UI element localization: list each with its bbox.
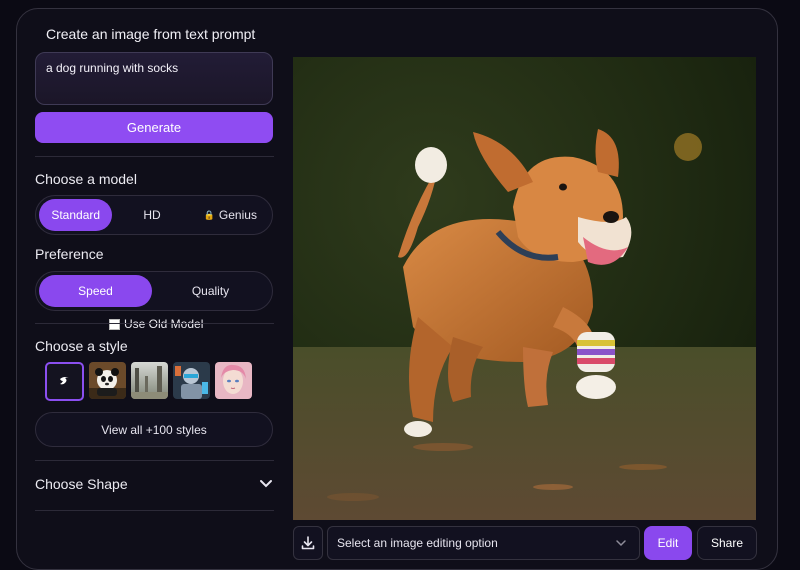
- editing-option-placeholder: Select an image editing option: [337, 536, 498, 550]
- model-option-hd[interactable]: HD: [112, 199, 191, 231]
- model-option-standard[interactable]: Standard: [39, 199, 113, 231]
- model-option-genius-label: Genius: [218, 208, 257, 222]
- use-old-model-checkbox[interactable]: [109, 318, 120, 330]
- style-thumbnails: [45, 362, 252, 401]
- preference-selector: Speed Quality: [35, 271, 273, 311]
- download-icon: [301, 536, 315, 550]
- style-thumb-landscape[interactable]: [131, 362, 168, 399]
- robot-style-image: [173, 362, 210, 399]
- style-section-label: Choose a style: [35, 338, 128, 354]
- preference-option-quality[interactable]: Quality: [152, 275, 269, 307]
- preference-section-label: Preference: [35, 246, 104, 262]
- divider: [35, 323, 274, 324]
- model-selector: Standard HD 🔒 Genius: [35, 195, 273, 235]
- landscape-style-image: [131, 362, 168, 399]
- portrait-style-image: [215, 362, 252, 399]
- prompt-input[interactable]: a dog running with socks: [35, 52, 273, 105]
- style-thumb-none[interactable]: [45, 362, 84, 401]
- choose-shape-toggle[interactable]: Choose Shape: [35, 476, 273, 492]
- divider: [35, 460, 274, 461]
- model-section-label: Choose a model: [35, 171, 137, 187]
- divider: [35, 156, 274, 157]
- share-button[interactable]: Share: [697, 526, 757, 560]
- chevron-down-icon: [260, 480, 272, 488]
- page-title: Create an image from text prompt: [46, 26, 256, 42]
- chevron-down-icon: [616, 540, 626, 547]
- editing-option-select[interactable]: Select an image editing option: [327, 526, 640, 560]
- divider: [35, 510, 274, 511]
- download-button[interactable]: [293, 526, 323, 560]
- no-style-icon: [59, 376, 70, 384]
- style-thumb-portrait[interactable]: [215, 362, 252, 399]
- generated-image: [293, 57, 756, 520]
- preference-option-speed[interactable]: Speed: [39, 275, 153, 307]
- style-thumb-panda[interactable]: [89, 362, 126, 399]
- generate-button[interactable]: Generate: [35, 112, 273, 143]
- image-toolbar: Select an image editing option Edit Shar…: [293, 526, 757, 560]
- shape-section-label: Choose Shape: [35, 476, 128, 492]
- dog-running-image: [293, 57, 756, 520]
- use-old-model-label: Use Old Model: [124, 317, 204, 331]
- model-option-genius[interactable]: 🔒 Genius: [192, 199, 269, 231]
- edit-button[interactable]: Edit: [644, 526, 692, 560]
- use-old-model-row[interactable]: Use Old Model: [109, 317, 203, 331]
- panda-style-image: [89, 362, 126, 399]
- style-thumb-robot[interactable]: [173, 362, 210, 399]
- view-all-styles-button[interactable]: View all +100 styles: [35, 412, 273, 447]
- lock-icon: 🔒: [203, 209, 215, 220]
